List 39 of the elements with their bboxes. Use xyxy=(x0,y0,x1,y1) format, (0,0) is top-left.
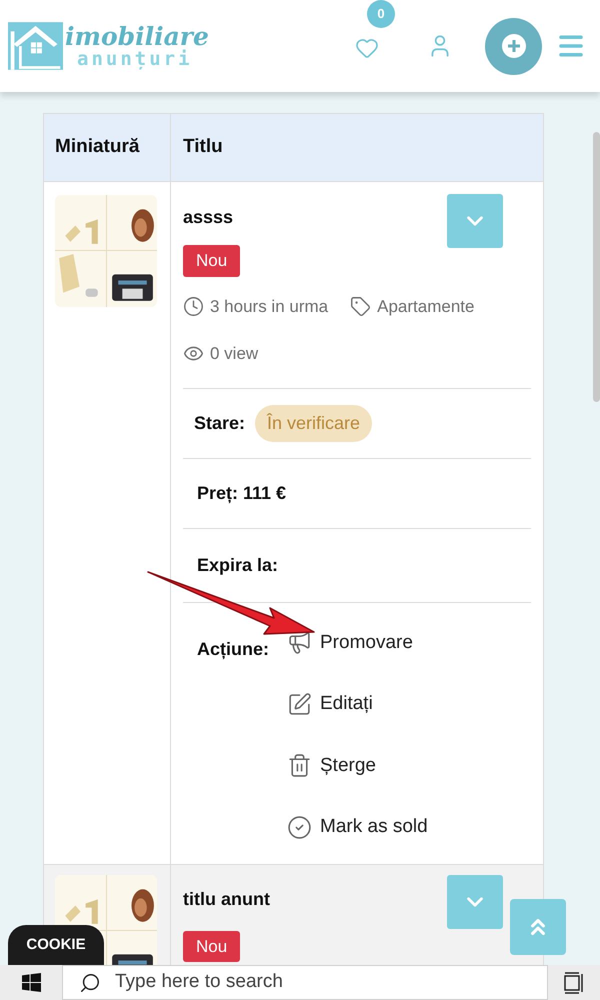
status-label: Stare: xyxy=(194,412,246,434)
expand-button[interactable] xyxy=(447,194,503,248)
logo-subtitle: anunțuri xyxy=(77,50,194,68)
scrollbar[interactable] xyxy=(593,132,600,402)
logo-title: imobiliare xyxy=(65,24,209,48)
posted-time: 3 hours in urma xyxy=(210,296,328,318)
expiry-label: Expira la: xyxy=(197,554,278,577)
view-count: 0 view xyxy=(210,343,258,365)
action-link[interactable]: Promovare xyxy=(287,628,428,657)
windows-icon[interactable] xyxy=(22,973,40,992)
column-header: Titlu xyxy=(182,135,223,160)
action-label: Acțiune: xyxy=(197,638,270,662)
expand-button[interactable] xyxy=(447,874,503,928)
action-link[interactable]: Șterge xyxy=(287,752,428,780)
pen-square-icon xyxy=(287,692,312,717)
listing-title[interactable]: titlu anunt xyxy=(183,886,270,912)
trash-icon xyxy=(287,753,312,778)
check-circle-icon xyxy=(287,814,312,840)
search-placeholder: Type here to search xyxy=(115,970,283,994)
clock-icon xyxy=(183,296,204,317)
taskbar-search-field[interactable]: Type here to search xyxy=(62,965,548,1000)
task-view-icon[interactable] xyxy=(563,972,585,994)
plus-icon xyxy=(502,34,526,58)
listing-title[interactable]: assss xyxy=(183,204,234,231)
cookie-button[interactable]: COOKIE xyxy=(8,925,104,965)
action-link[interactable]: Mark as sold xyxy=(287,813,428,842)
new-label: Nou xyxy=(183,245,240,276)
category-link[interactable]: Apartamente xyxy=(377,294,474,319)
tag-icon xyxy=(350,296,372,317)
heart-icon[interactable] xyxy=(355,36,379,60)
search-icon xyxy=(79,972,101,994)
action-link[interactable]: Editați xyxy=(287,690,428,718)
house-logo-icon xyxy=(8,21,63,71)
status-pill: În verificare xyxy=(255,404,372,442)
favorites-count: 0 xyxy=(367,0,395,28)
new-label: Nou xyxy=(183,930,240,962)
price-text: Preț: 111 € xyxy=(197,482,286,506)
megaphone-icon xyxy=(287,630,312,656)
scroll-top-button[interactable] xyxy=(510,899,566,955)
